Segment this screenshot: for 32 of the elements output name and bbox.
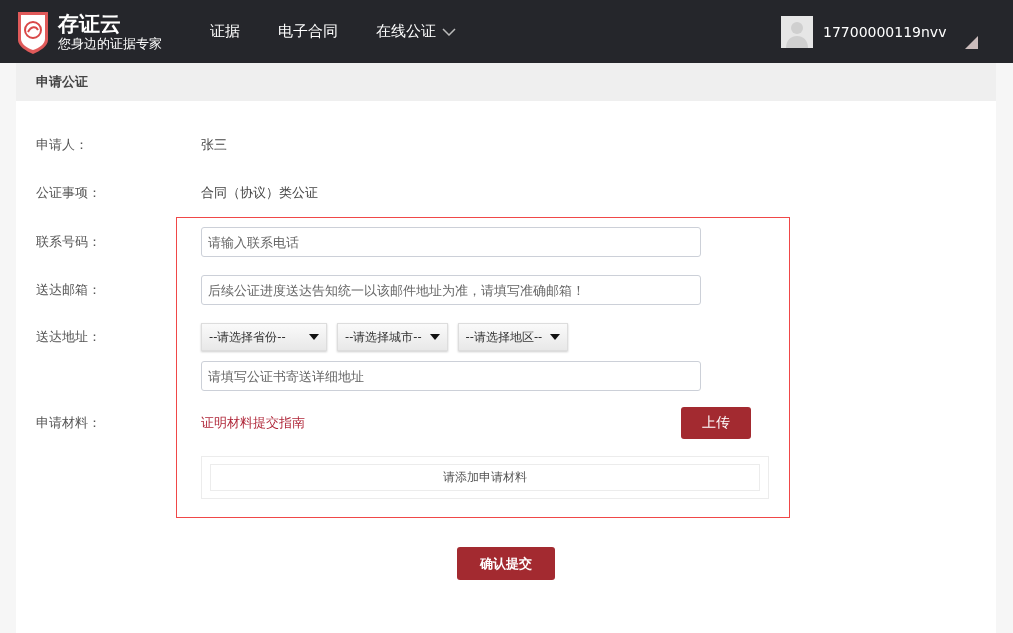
upload-button[interactable]: 上传 — [681, 407, 751, 439]
field-label: 申请材料： — [36, 414, 102, 432]
brand-name: 存证云 — [58, 11, 122, 36]
field-label: 送达邮箱： — [36, 281, 102, 299]
field-label: 送达地址： — [36, 328, 102, 346]
field-label: 公证事项： — [36, 184, 102, 202]
brand-tagline: 您身边的证据专家 — [58, 35, 162, 52]
dropdown-select[interactable]: --请选择城市-- — [337, 323, 448, 351]
caret-down-icon — [550, 334, 561, 340]
dropdown-select[interactable]: --请选择省份-- — [201, 323, 327, 351]
caret-down-icon — [309, 334, 319, 340]
email-field[interactable]: 后续公证进度送达告知统一以该邮件地址为准，请填写准确邮箱！ — [201, 275, 701, 305]
chevron-down-icon — [442, 27, 456, 36]
panel-title: 申请公证 — [36, 73, 88, 91]
dropdown-select[interactable]: --请选择地区-- — [457, 323, 569, 351]
guide-link[interactable]: 证明材料提交指南 — [201, 414, 305, 432]
user-name[interactable]: 17700000119nvv — [823, 23, 955, 40]
nav-link[interactable]: 电子合同 — [278, 22, 338, 41]
field-label: 联系号码： — [36, 233, 102, 251]
field-label: 申请人： — [36, 136, 89, 154]
caret-down-icon — [429, 334, 440, 340]
nav-link[interactable]: 证据 — [210, 22, 240, 41]
empty-text: 请添加申请材料 — [443, 469, 527, 486]
phone-field[interactable]: 请输入联系电话 — [201, 227, 701, 257]
corner-triangle-icon — [965, 36, 978, 49]
nav-link[interactable]: 在线公证 — [376, 22, 456, 41]
address-field[interactable]: 请填写公证书寄送详细地址 — [201, 361, 701, 391]
submit-button[interactable]: 确认提交 — [457, 547, 555, 580]
shield-logo-icon — [16, 9, 50, 54]
field-value: 张三 — [201, 136, 228, 154]
avatar-icon[interactable] — [781, 15, 813, 48]
field-value: 合同（协议）类公证 — [201, 184, 319, 202]
